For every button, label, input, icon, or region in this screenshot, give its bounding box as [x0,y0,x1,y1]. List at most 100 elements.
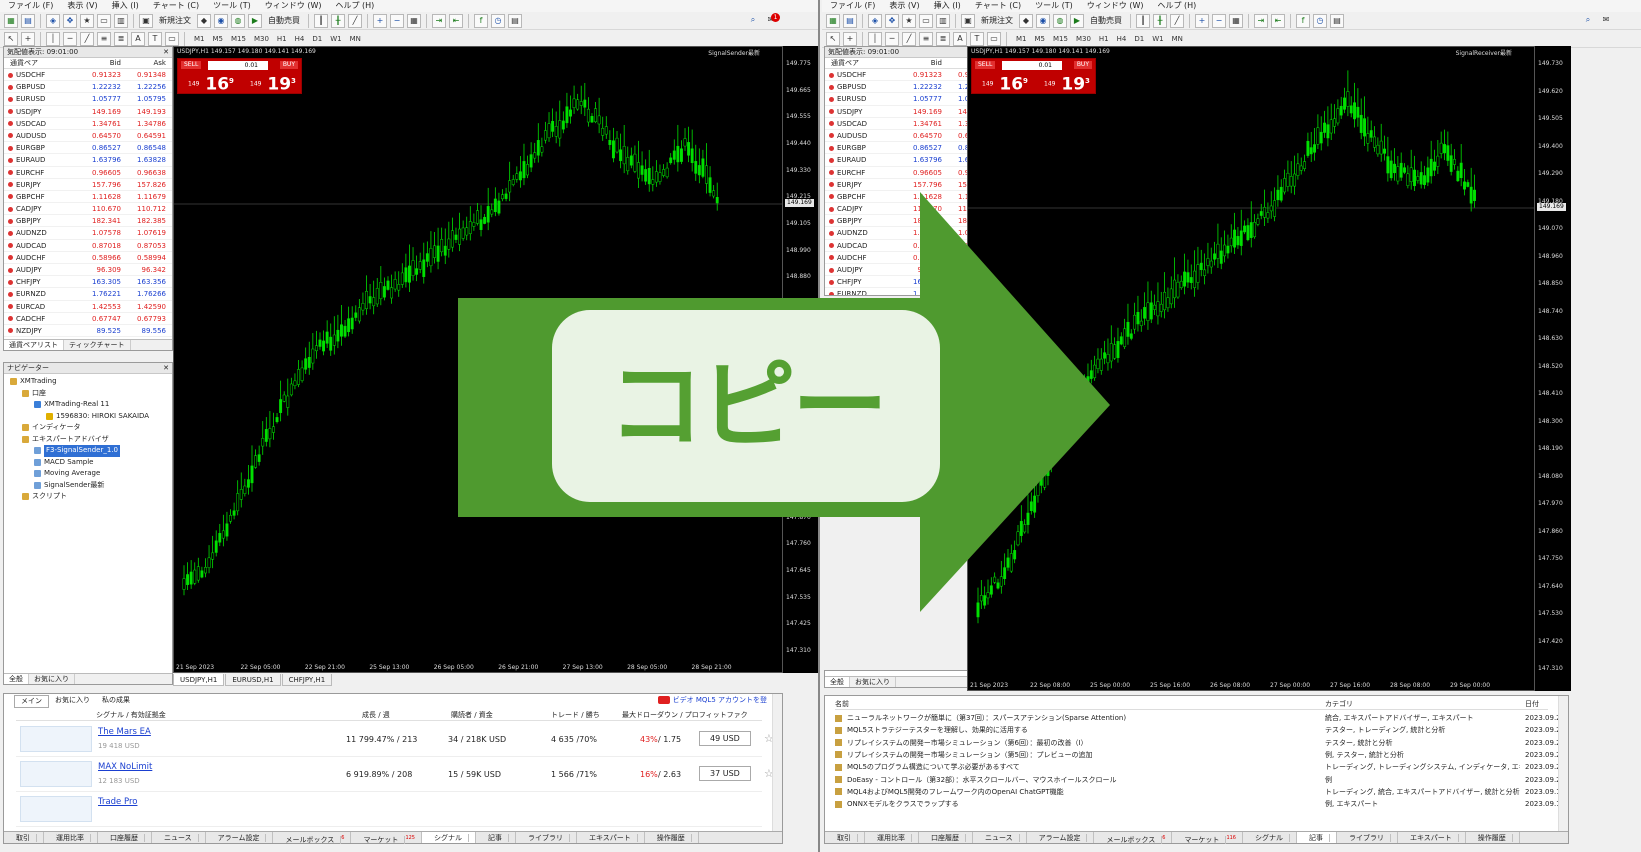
terminal-tab[interactable]: ライブラリ [1337,832,1398,843]
strategy-tester-icon[interactable]: ▥ [936,13,950,28]
article-row[interactable]: ニューラルネットワークが簡単に（第37回）：スパースアテンション(Sparse … [835,712,1565,724]
terminal-tab[interactable]: メールボックス 6 [1094,832,1173,845]
navigator-icon[interactable]: ★ [902,13,916,28]
line-chart-icon[interactable]: ╱ [348,13,362,28]
data-window-icon[interactable]: ✥ [885,13,899,28]
terminal-tab[interactable]: ライブラリ [516,832,577,843]
fibo-icon[interactable]: ≣ [114,31,128,46]
cursor-icon[interactable]: ↖ [4,31,18,46]
templates-icon[interactable]: ▤ [508,13,522,28]
timeframe-button[interactable]: M5 [1031,35,1050,43]
market-watch-row[interactable]: EURUSD 1.05777 1.05795 [4,93,172,106]
menu-item[interactable]: チャート (C) [153,0,199,12]
zoom-out-icon[interactable]: − [1212,13,1226,28]
terminal-tab[interactable]: 運用比率 [44,832,98,843]
lot-size-input[interactable]: 0.01 [1002,61,1062,70]
timeframe-button[interactable]: M30 [250,35,273,43]
article-row[interactable]: リプレイシステムの開発ー市場シミュレーション（第6回）：最初の改善（I） テスター… [835,737,1565,749]
chat-icon[interactable]: ✉ [1599,14,1613,28]
terminal-tab[interactable]: ニュース [973,832,1027,843]
terminal-tab[interactable]: 運用比率 [865,832,919,843]
auto-trading-button[interactable]: 自動売買 [1087,15,1125,26]
navigator-item[interactable]: エキスパートアドバイザ [4,434,172,446]
menu-item[interactable]: 挿入 (I) [112,0,139,12]
new-chart-icon[interactable]: ▦ [826,13,840,28]
menu-item[interactable]: ツール (T) [213,0,251,12]
tab-favorites[interactable]: お気に入り [49,695,96,708]
terminal-icon[interactable]: ▭ [919,13,933,28]
label-icon[interactable]: T [148,31,162,46]
terminal-tab[interactable]: 操作履歴 [1466,832,1520,843]
sell-price[interactable]: 149 169 [188,71,234,95]
mql5-icon[interactable]: ◉ [214,13,228,28]
metaeditor-icon[interactable]: ◆ [197,13,211,28]
mql5-icon[interactable]: ◉ [1036,13,1050,28]
terminal-tab[interactable]: アラーム設定 [206,832,274,843]
market-watch-row[interactable]: AUDNZD 1.07578 1.07619 [4,227,172,240]
terminal-tab[interactable]: マーケット 125 [351,832,422,845]
tab-my-results[interactable]: 私の成果 [96,695,136,708]
market-watch-row[interactable]: CADCHF 0.67747 0.67793 [4,313,172,325]
tab-main[interactable]: メイン [14,695,49,708]
new-chart-icon[interactable]: ▦ [4,13,18,28]
menu-item[interactable]: ファイル (F) [830,0,875,12]
timeframe-button[interactable]: M5 [209,35,228,43]
navigator-item[interactable]: F3-SignalSender_1.0 [4,445,172,457]
timeframe-button[interactable]: H4 [1113,35,1131,43]
market-watch-row[interactable]: EURAUD 1.63796 1.63828 [4,154,172,167]
profiles-icon[interactable]: ▤ [21,13,35,28]
periods-icon[interactable]: ◷ [491,13,505,28]
navigator-item[interactable]: スクリプト [4,491,172,503]
periods-icon[interactable]: ◷ [1313,13,1327,28]
market-watch-row[interactable]: EURJPY 157.796 157.826 [4,179,172,191]
market-watch-row[interactable]: AUDUSD 0.64570 0.64591 [4,130,172,143]
timeframe-button[interactable]: H4 [291,35,309,43]
indicators-icon[interactable]: f [1296,13,1310,28]
close-icon[interactable]: ✕ [163,363,169,374]
navigator-item[interactable]: XMTrading-Real 11 [4,399,172,411]
tile-windows-icon[interactable]: ▦ [1229,13,1243,28]
terminal-tab[interactable]: 口座履歴 [98,832,152,843]
bar-chart-icon[interactable]: ┃ [314,13,328,28]
timeframe-button[interactable]: MN [1168,35,1187,43]
terminal-tab[interactable]: 操作履歴 [645,832,699,843]
vertical-line-icon[interactable]: │ [46,31,60,46]
timeframe-button[interactable]: MN [346,35,365,43]
navigator-item[interactable]: SignalSender最新 [4,480,172,492]
signal-row[interactable]: Trade Pro [16,793,762,827]
bar-chart-icon[interactable]: ┃ [1136,13,1150,28]
market-watch-row[interactable]: AUDCHF 0.58966 0.58994 [4,252,172,264]
menu-item[interactable]: 表示 (V) [889,0,919,12]
shapes-icon[interactable]: ▭ [987,31,1001,46]
trendline-icon[interactable]: ╱ [80,31,94,46]
market-watch-row[interactable]: AUDJPY 96.309 96.342 [4,264,172,277]
metaeditor-icon[interactable]: ◆ [1019,13,1033,28]
timeframe-button[interactable]: D1 [308,35,326,43]
trendline-icon[interactable]: ╱ [902,31,916,46]
market-watch-row[interactable]: CADJPY 110.670 110.712 [4,203,172,216]
article-row[interactable]: ONNXモデルをクラスでラップする 例, エキスパート 2023.09.13 [835,798,1565,810]
auto-trading-icon[interactable]: ▶ [1070,13,1084,28]
menu-item[interactable]: 表示 (V) [67,0,97,12]
sell-button[interactable]: SELL [181,61,202,69]
new-order-icon[interactable]: ▣ [961,13,975,28]
horizontal-line-icon[interactable]: ─ [63,31,77,46]
tab-common[interactable]: 全般 [825,677,850,687]
market-watch-row[interactable]: NZDJPY 89.525 89.556 [4,325,172,338]
signal-name-link[interactable]: Trade Pro [98,797,137,807]
terminal-tab[interactable]: エキスパート [1398,832,1466,843]
label-icon[interactable]: T [970,31,984,46]
terminal-tab[interactable]: シグナル [421,832,476,843]
terminal-tab[interactable]: エキスパート [577,832,645,843]
chart-shift-icon[interactable]: ⇤ [449,13,463,28]
timeframe-button[interactable]: W1 [1148,35,1167,43]
vps-icon[interactable]: ◍ [1053,13,1067,28]
market-watch-row[interactable]: GBPJPY 182.341 182.385 [4,215,172,228]
timeframe-button[interactable]: W1 [326,35,345,43]
terminal-tab[interactable]: アラーム設定 [1027,832,1095,843]
terminal-tab[interactable]: マーケット 116 [1172,832,1243,845]
subscribe-price-button[interactable]: 49 USD [699,731,751,746]
articles-scrollbar[interactable] [1558,696,1568,843]
channel-icon[interactable]: ≡ [919,31,933,46]
navigator-item[interactable]: インディケータ [4,422,172,434]
